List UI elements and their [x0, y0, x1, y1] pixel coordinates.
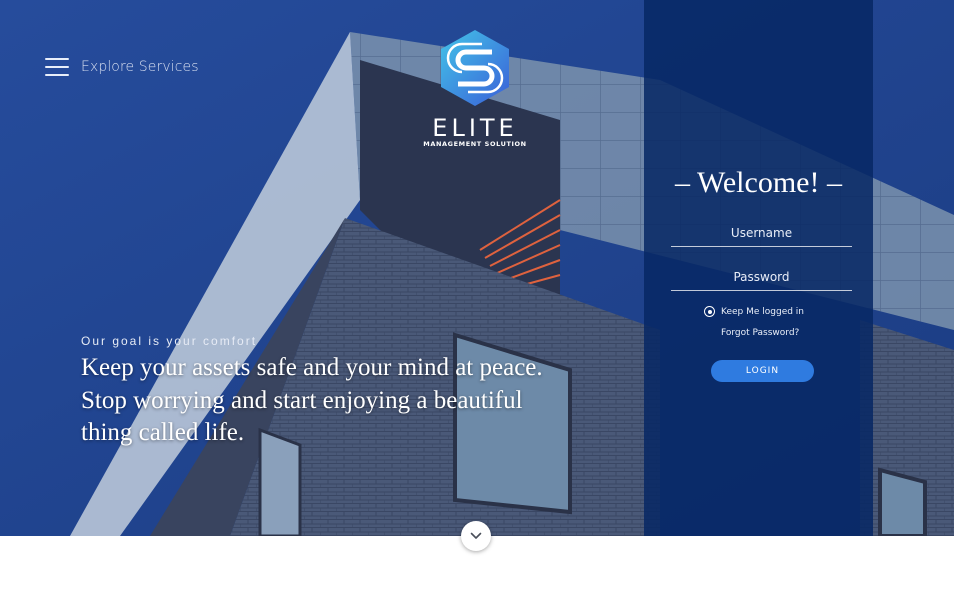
explore-services-menu[interactable]: Explore Services [45, 58, 199, 76]
explore-services-label: Explore Services [81, 59, 199, 75]
radio-selected-dot [707, 309, 712, 314]
login-panel: – Welcome! – Keep Me logged in Forgot Pa… [644, 0, 873, 536]
scroll-down-button[interactable] [461, 521, 491, 551]
login-button[interactable]: LOGIN [711, 360, 814, 382]
brand-name: ELITE [432, 114, 518, 142]
username-field-wrapper [671, 220, 852, 247]
password-input[interactable] [671, 264, 852, 290]
welcome-title: – Welcome! – [675, 166, 842, 199]
chevron-down-icon [470, 532, 482, 539]
hero-tagline: Our goal is your comfort [81, 334, 258, 348]
keep-logged-in-radio[interactable] [704, 306, 715, 317]
hamburger-icon [45, 58, 69, 76]
brand-logo: ELITE MANAGEMENT SOLUTION [420, 28, 530, 148]
hexagon-s-logo-icon [441, 30, 509, 106]
username-input[interactable] [671, 220, 852, 246]
hero-section: Explore Services ELITE MANAGEMENT SOLUTI… [0, 0, 954, 536]
keep-logged-in-option[interactable]: Keep Me logged in [704, 306, 804, 317]
forgot-password-link[interactable]: Forgot Password? [721, 328, 799, 338]
brand-subtitle: MANAGEMENT SOLUTION [423, 140, 527, 148]
hero-headline: Keep your assets safe and your mind at p… [81, 354, 543, 446]
keep-logged-in-label: Keep Me logged in [721, 306, 805, 317]
password-field-wrapper [671, 264, 852, 291]
